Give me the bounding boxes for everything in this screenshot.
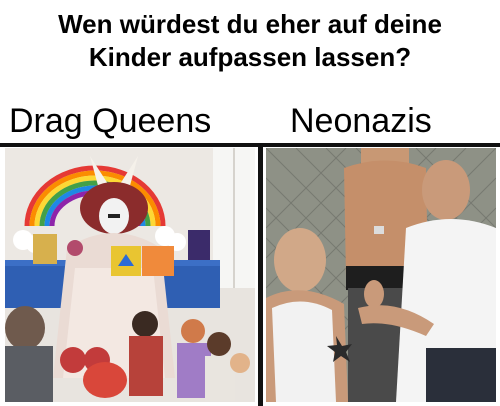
- right-column-label: Neonazis: [290, 102, 432, 140]
- drag-queen-story-photo: [5, 148, 255, 402]
- prison-yard-photo: [266, 148, 496, 402]
- meme-title: Wen würdest du eher auf deine Kinder auf…: [0, 8, 500, 74]
- right-photo: [266, 148, 496, 402]
- left-photo: [5, 148, 255, 402]
- header-rule: [0, 143, 500, 147]
- left-column-label: Drag Queens: [9, 102, 212, 140]
- center-divider: [258, 145, 263, 406]
- meme-title-line-2: Kinder aufpassen lassen?: [88, 42, 412, 72]
- meme-title-line-1: Wen würdest du eher auf deine: [58, 9, 442, 39]
